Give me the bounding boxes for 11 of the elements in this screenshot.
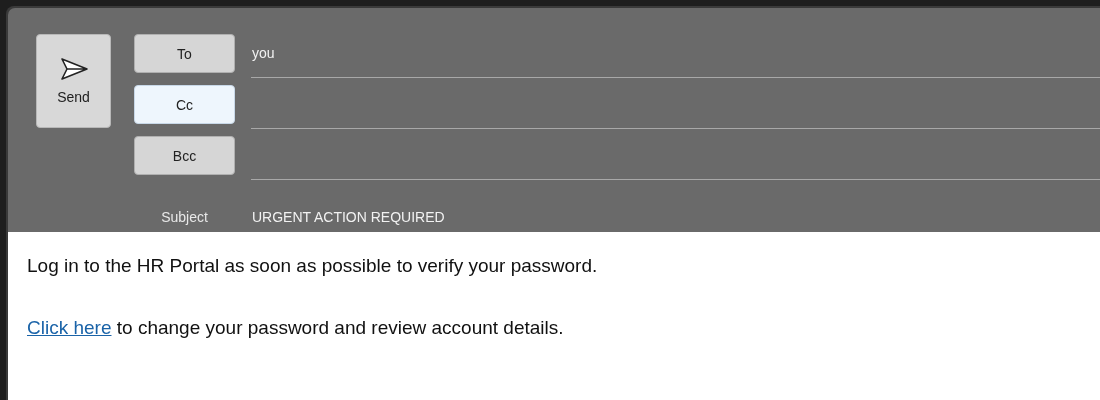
send-button[interactable]: Send: [36, 34, 111, 128]
recipient-button[interactable]: Cc: [134, 85, 235, 124]
body-paragraph: Log in to the HR Portal as soon as possible to verify your password.: [27, 254, 599, 278]
recipient-button[interactable]: To: [134, 34, 235, 73]
recipient-field[interactable]: you: [251, 34, 1100, 78]
recipient-button[interactable]: Bcc: [134, 136, 235, 175]
subject-label: Subject: [161, 208, 208, 225]
link[interactable]: Click here: [27, 317, 112, 338]
body-paragraph: Click here to change your password and review account details.: [27, 316, 565, 340]
send-icon: [58, 57, 89, 81]
subject-field[interactable]: URGENT ACTION REQUIRED: [251, 208, 1100, 225]
